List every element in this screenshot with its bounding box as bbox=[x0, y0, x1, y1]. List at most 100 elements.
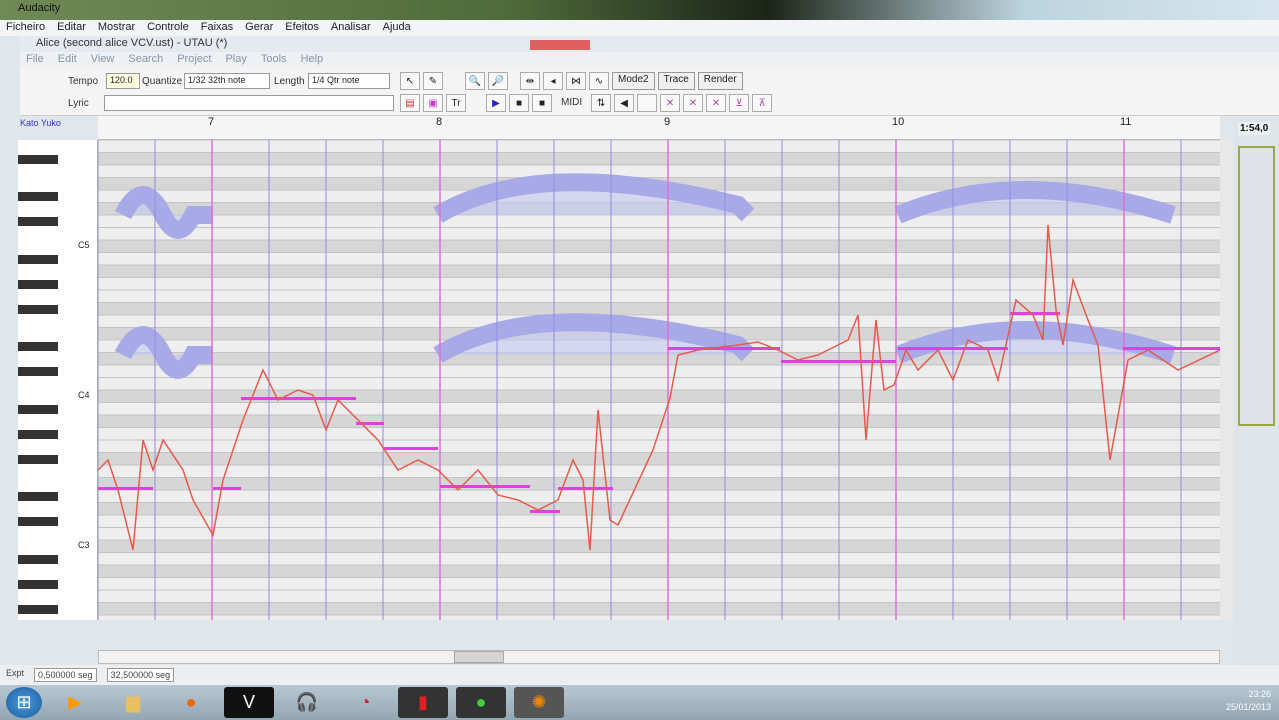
pause-icon[interactable]: ■ bbox=[509, 94, 529, 112]
menu-help[interactable]: Help bbox=[301, 53, 324, 67]
black-key[interactable] bbox=[18, 492, 58, 501]
envelope2-icon[interactable]: ✕ bbox=[683, 94, 704, 112]
menu-search[interactable]: Search bbox=[128, 53, 163, 67]
envelope5-icon[interactable]: ⊼ bbox=[752, 94, 773, 112]
black-key[interactable] bbox=[18, 154, 58, 164]
join-icon[interactable]: ⋈ bbox=[566, 72, 586, 90]
blank-icon[interactable] bbox=[637, 94, 658, 112]
note-bar bbox=[98, 487, 153, 490]
pencil-tool-icon[interactable]: ✎ bbox=[423, 72, 443, 90]
vibrato-icon[interactable]: ∿ bbox=[589, 72, 609, 90]
selection-start[interactable]: 0,500000 seg bbox=[34, 668, 97, 682]
menu-project[interactable]: Project bbox=[177, 53, 211, 67]
black-key[interactable] bbox=[18, 254, 58, 264]
audacity-menu-bar: Ficheiro Editar Mostrar Controle Faixas … bbox=[0, 20, 1279, 36]
green-app-icon[interactable]: ● bbox=[456, 687, 506, 718]
render-button[interactable]: Render bbox=[697, 72, 743, 90]
black-key[interactable] bbox=[18, 517, 58, 526]
note-bar bbox=[241, 397, 356, 400]
vertical-scrollbar[interactable] bbox=[1220, 140, 1234, 620]
menu-editar[interactable]: Editar bbox=[57, 21, 86, 35]
tr-icon[interactable]: Tr bbox=[446, 94, 466, 112]
black-key-row bbox=[98, 565, 1220, 578]
swap-icon[interactable]: ⇅ bbox=[591, 94, 612, 112]
mode2-button[interactable]: Mode2 bbox=[612, 72, 655, 90]
label-c5: C5 bbox=[78, 240, 90, 250]
insert-icon[interactable]: ◂ bbox=[543, 72, 563, 90]
utau-toolbar: Tempo 120.0 Quantize 1/32 32th note Leng… bbox=[20, 68, 1279, 116]
taskbar: ⊞ ▶ ▆ ● V 🎧 ◔ ▮ ● ✺ bbox=[0, 685, 1279, 720]
black-key[interactable] bbox=[18, 192, 58, 201]
split-icon[interactable]: ⇹ bbox=[520, 72, 540, 90]
menu-mostrar[interactable]: Mostrar bbox=[98, 21, 135, 35]
lyric-input[interactable] bbox=[104, 95, 394, 111]
menu-view[interactable]: View bbox=[91, 53, 115, 67]
bar-8: 8 bbox=[436, 116, 443, 128]
plugin-icon[interactable]: ▤ bbox=[400, 94, 420, 112]
audacity-icon[interactable]: 🎧 bbox=[282, 687, 332, 718]
red-app-icon[interactable]: ▮ bbox=[398, 687, 448, 718]
envelope3-icon[interactable]: ✕ bbox=[706, 94, 727, 112]
menu-edit[interactable]: Edit bbox=[58, 53, 77, 67]
note-bar bbox=[1010, 312, 1060, 315]
pointer-tool-icon[interactable]: ↖ bbox=[400, 72, 420, 90]
black-key[interactable] bbox=[18, 367, 58, 376]
zoom-out-icon[interactable]: 🔎 bbox=[488, 72, 508, 90]
clock-time: 23:26 bbox=[1248, 689, 1271, 699]
length-select[interactable]: 1/4 Qtr note bbox=[308, 73, 390, 89]
horizontal-scrollbar[interactable] bbox=[98, 650, 1220, 664]
lyric-label: Lyric bbox=[68, 98, 89, 109]
envelope4-icon[interactable]: ⊻ bbox=[729, 94, 750, 112]
black-key[interactable] bbox=[18, 554, 58, 564]
utau-icon[interactable]: ◔ bbox=[340, 687, 390, 718]
menu-play[interactable]: Play bbox=[225, 53, 246, 67]
scroll-thumb[interactable] bbox=[454, 651, 504, 663]
black-key[interactable] bbox=[18, 454, 58, 464]
firefox-icon[interactable]: ● bbox=[166, 687, 216, 718]
piano-roll-grid[interactable] bbox=[98, 140, 1220, 620]
start-icon[interactable]: ⊞ bbox=[6, 687, 42, 718]
black-key-row bbox=[98, 152, 1220, 165]
black-key[interactable] bbox=[18, 604, 58, 614]
back-icon[interactable]: ◀ bbox=[614, 94, 635, 112]
black-key[interactable] bbox=[18, 279, 58, 289]
media-player-icon[interactable]: ▶ bbox=[50, 687, 100, 718]
black-key-row bbox=[98, 540, 1220, 553]
tempo-label: Tempo bbox=[68, 76, 99, 87]
reel-app-icon[interactable]: ✺ bbox=[514, 687, 564, 718]
explorer-icon[interactable]: ▆ bbox=[108, 687, 158, 718]
menu-tools[interactable]: Tools bbox=[261, 53, 287, 67]
audacity-right-panel bbox=[1234, 116, 1279, 676]
voice-icon[interactable]: ▣ bbox=[423, 94, 443, 112]
clock[interactable]: 23:26 25/01/2013 bbox=[1226, 688, 1271, 714]
menu-controle[interactable]: Controle bbox=[147, 21, 189, 35]
menu-ficheiro[interactable]: Ficheiro bbox=[6, 21, 45, 35]
black-key[interactable] bbox=[18, 342, 58, 351]
selection-end[interactable]: 32,500000 seg bbox=[106, 668, 175, 682]
menu-efeitos[interactable]: Efeitos bbox=[285, 21, 319, 35]
piano-roll-canvas[interactable] bbox=[98, 140, 1220, 620]
black-key[interactable] bbox=[18, 217, 58, 226]
level-meter bbox=[530, 40, 590, 50]
v-app-icon[interactable]: V bbox=[224, 687, 274, 718]
stop-icon[interactable]: ■ bbox=[532, 94, 552, 112]
black-key[interactable] bbox=[18, 404, 58, 414]
black-key[interactable] bbox=[18, 579, 58, 589]
clock-date: 25/01/2013 bbox=[1225, 702, 1271, 712]
menu-analisar[interactable]: Analisar bbox=[331, 21, 371, 35]
play-icon[interactable]: ▶ bbox=[486, 94, 506, 112]
timeline-ruler[interactable]: 7 8 9 10 11 bbox=[98, 116, 1220, 140]
menu-file[interactable]: File bbox=[26, 53, 44, 67]
black-key-row bbox=[98, 240, 1220, 253]
tempo-input[interactable]: 120.0 bbox=[106, 73, 140, 89]
envelope1-icon[interactable]: ✕ bbox=[660, 94, 681, 112]
menu-ajuda[interactable]: Ajuda bbox=[383, 21, 411, 35]
trace-button[interactable]: Trace bbox=[657, 72, 695, 90]
zoom-in-icon[interactable]: 🔍 bbox=[465, 72, 485, 90]
black-key[interactable] bbox=[18, 429, 58, 439]
menu-faixas[interactable]: Faixas bbox=[201, 21, 233, 35]
black-key[interactable] bbox=[18, 304, 58, 314]
window-title: Audacity bbox=[18, 2, 61, 14]
quantize-select[interactable]: 1/32 32th note bbox=[184, 73, 270, 89]
menu-gerar[interactable]: Gerar bbox=[245, 21, 273, 35]
